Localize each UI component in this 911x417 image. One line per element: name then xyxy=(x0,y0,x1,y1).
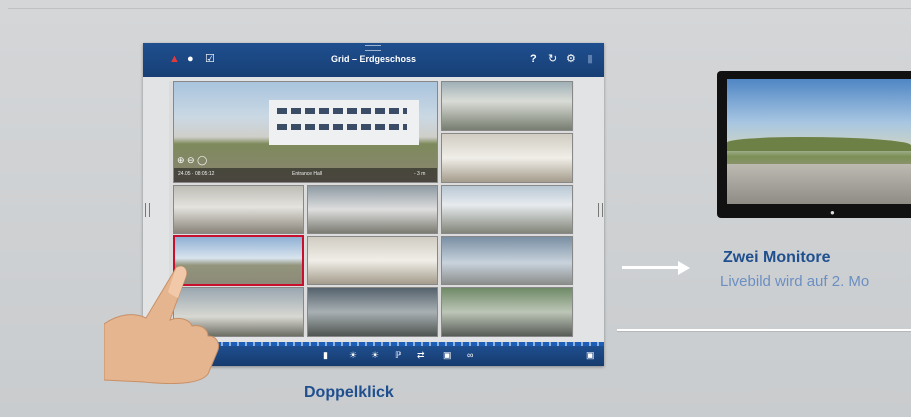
right-panel-handle[interactable] xyxy=(598,203,603,217)
camera-view[interactable] xyxy=(441,287,573,337)
camera-view[interactable] xyxy=(441,133,573,183)
road-shape xyxy=(727,164,911,204)
timestamp-label: 24.05 · 08:05:12 xyxy=(178,171,215,177)
mode-label: Entrance Hall xyxy=(292,171,323,177)
swap-icon[interactable]: ⇄ xyxy=(417,350,425,361)
brand-logo-icon: ● xyxy=(830,208,835,217)
monitor-live-image xyxy=(727,79,911,204)
zoom-controls[interactable]: ⊕ ⊖ ◯ xyxy=(177,155,207,166)
left-panel-handle[interactable] xyxy=(145,203,150,217)
action-caption: Doppelklick xyxy=(304,384,394,401)
camera-view[interactable] xyxy=(307,185,438,234)
duration-label: - 3 m xyxy=(414,171,426,177)
camera-view-large[interactable]: ⊕ ⊖ ◯ 24.05 · 08:05:12 Entrance Hall - 3… xyxy=(173,81,438,183)
drag-handle[interactable] xyxy=(365,45,381,51)
arrow-right-icon xyxy=(678,261,690,275)
camera-view[interactable] xyxy=(307,287,438,337)
status-icon: ▮ xyxy=(587,53,594,65)
arrow-line xyxy=(622,266,680,269)
camera-view[interactable] xyxy=(173,185,304,234)
hand-pointer-icon xyxy=(104,265,219,384)
monitor-caption-title: Zwei Monitore xyxy=(723,249,831,266)
divider-shadow xyxy=(617,331,911,332)
building-image xyxy=(269,100,419,145)
link-icon[interactable]: ∞ xyxy=(467,350,473,360)
hill-shape xyxy=(727,137,911,151)
lock-icon[interactable]: ▣ xyxy=(586,350,595,361)
temperature-icon[interactable]: ℙ xyxy=(395,350,401,361)
playback-bar[interactable]: 24.05 · 08:05:12 Entrance Hall - 3 m xyxy=(174,168,437,182)
door-icon[interactable]: ▮ xyxy=(323,350,328,361)
app-header: ▲ ● ☑ Grid – Erdgeschoss ? ↻ ⚙ ▮ xyxy=(143,43,604,77)
camera-icon[interactable]: ▣ xyxy=(443,350,452,361)
camera-view[interactable] xyxy=(441,236,573,285)
help-icon[interactable]: ? xyxy=(530,53,537,66)
monitor-display: ● xyxy=(717,71,911,218)
brightness-icon[interactable]: ☀ xyxy=(349,350,357,361)
camera-view[interactable] xyxy=(307,236,438,285)
camera-view[interactable] xyxy=(441,81,573,131)
refresh-icon[interactable]: ↻ xyxy=(548,53,557,66)
brightness-dim-icon[interactable]: ☀ xyxy=(371,350,379,361)
camera-grid: ⊕ ⊖ ◯ 24.05 · 08:05:12 Entrance Hall - 3… xyxy=(169,81,574,337)
monitor-caption-text: Livebild wird auf 2. Mo xyxy=(720,273,870,290)
camera-view[interactable] xyxy=(441,185,573,234)
frame-line xyxy=(8,8,911,9)
gear-icon[interactable]: ⚙ xyxy=(566,53,576,66)
